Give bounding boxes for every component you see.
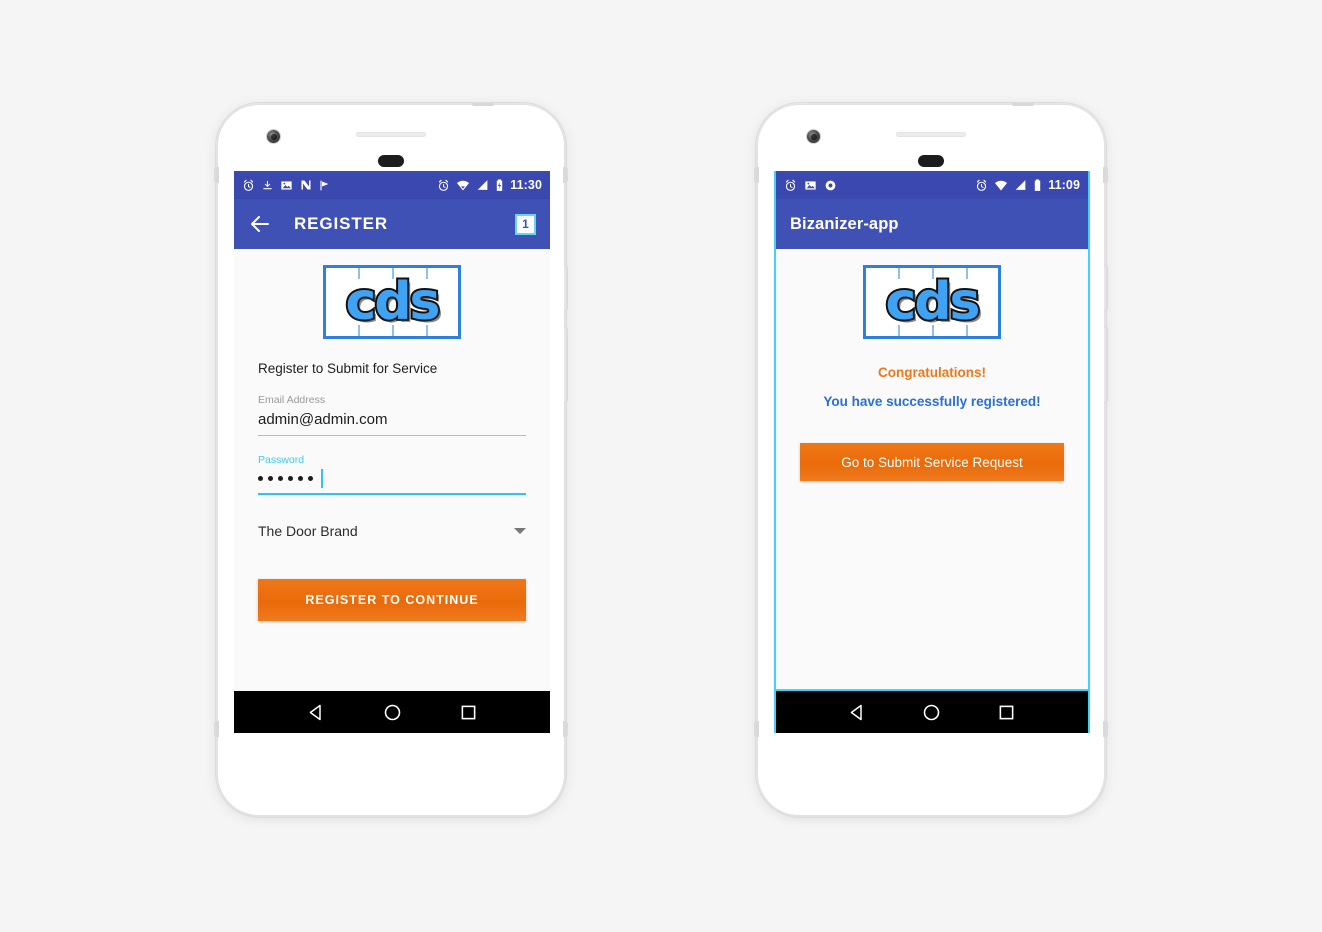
go-to-submit-service-request-button[interactable]: Go to Submit Service Request (800, 443, 1064, 481)
phone-screen-success: 11:09 Bizanizer-app cds Congratulations!… (774, 171, 1090, 733)
form-heading: Register to Submit for Service (258, 361, 438, 376)
frame-clip (563, 721, 568, 737)
frame-clip (214, 167, 219, 183)
alarm-icon (439, 179, 449, 191)
front-camera-icon (806, 129, 821, 144)
frame-clip (214, 721, 219, 737)
password-field-label: Password (258, 454, 305, 466)
password-dot (288, 476, 293, 481)
status-bar-system: 11:09 (975, 178, 1080, 192)
record-circle-icon (825, 180, 836, 190)
phone-device-register: 11:30 REGISTER 1 cds Register to Submit … (214, 102, 568, 818)
download-icon (263, 180, 272, 189)
chevron-down-icon (514, 528, 526, 534)
cds-logo-text: cds (344, 272, 443, 332)
status-bar-time: 11:09 (1048, 178, 1080, 192)
frame-clip (754, 721, 759, 737)
phone-screen-register: 11:30 REGISTER 1 cds Register to Submit … (234, 171, 550, 733)
volume-button[interactable] (1104, 327, 1108, 403)
phone-device-success: 11:09 Bizanizer-app cds Congratulations!… (754, 102, 1108, 818)
status-bar-time: 11:30 (510, 178, 542, 192)
password-dot (258, 476, 263, 481)
cart-count-badge[interactable]: 1 (515, 213, 536, 235)
frame-clip (563, 167, 568, 183)
play-flag-icon (320, 179, 329, 191)
volume-button[interactable] (564, 327, 568, 403)
app-bar: REGISTER 1 (234, 199, 550, 249)
image-icon (281, 180, 292, 190)
back-triangle-icon[interactable] (306, 702, 327, 723)
alarm-icon (243, 179, 254, 191)
earpiece-speaker (356, 132, 426, 137)
home-circle-icon[interactable] (921, 702, 942, 723)
battery-icon (1035, 179, 1041, 191)
screen-content: cds Register to Submit for Service Email… (234, 249, 550, 691)
password-dot (268, 476, 273, 481)
recents-square-icon[interactable] (458, 702, 479, 723)
back-arrow-icon[interactable] (248, 212, 272, 236)
status-bar: 11:30 (234, 171, 550, 199)
register-to-continue-button[interactable]: REGISTER TO CONTINUE (258, 579, 526, 621)
n-app-icon (301, 180, 311, 190)
status-bar-system: 11:30 (437, 178, 542, 192)
battery-charging-icon (497, 179, 503, 191)
proximity-sensor (378, 155, 404, 167)
status-bar-notifications (242, 179, 331, 192)
app-bar: Bizanizer-app (776, 199, 1088, 249)
text-caret (321, 469, 323, 488)
logo-container: cds (776, 249, 1088, 339)
password-dot (298, 476, 303, 481)
app-title: Bizanizer-app (790, 214, 899, 233)
email-input[interactable]: admin@admin.com (258, 411, 526, 436)
brand-select[interactable]: The Door Brand (258, 523, 526, 539)
back-triangle-icon[interactable] (847, 702, 868, 723)
password-field-group: Password (258, 454, 526, 495)
image-icon (805, 180, 816, 190)
cds-logo: cds (863, 265, 1001, 339)
android-navigation-bar (776, 691, 1088, 733)
recents-square-icon[interactable] (996, 702, 1017, 723)
power-button[interactable] (564, 265, 568, 311)
email-field-label: Email Address (258, 394, 326, 406)
power-button[interactable] (1104, 265, 1108, 311)
success-message: You have successfully registered! (823, 394, 1041, 409)
brand-select-value: The Door Brand (258, 523, 358, 539)
frame-clip (1103, 167, 1108, 183)
email-field-group: Email Address admin@admin.com (258, 394, 526, 436)
cds-logo: cds (323, 265, 461, 339)
earpiece-speaker (896, 132, 966, 137)
screen-content: cds Congratulations! You have successful… (776, 249, 1088, 691)
wifi-icon (457, 180, 470, 190)
page-title: REGISTER (294, 214, 389, 233)
cds-logo-text: cds (884, 272, 983, 332)
frame-clip (1103, 721, 1108, 737)
logo-container: cds (234, 249, 550, 339)
frame-clip (754, 167, 759, 183)
registration-form: Register to Submit for Service Email Add… (234, 339, 550, 621)
alarm-icon (977, 179, 987, 191)
antenna-line (1012, 102, 1034, 106)
home-circle-icon[interactable] (382, 702, 403, 723)
password-input[interactable] (258, 469, 526, 495)
success-panel: Congratulations! You have successfully r… (776, 339, 1088, 481)
antenna-line (472, 102, 494, 106)
alarm-icon (785, 179, 796, 191)
screenshot-stage: 11:30 REGISTER 1 cds Register to Submit … (0, 0, 1322, 932)
front-camera-icon (266, 129, 281, 144)
android-navigation-bar (234, 691, 550, 733)
password-dot (278, 476, 283, 481)
signal-icon (477, 180, 488, 190)
signal-icon (1015, 180, 1026, 190)
status-bar-notifications (784, 179, 837, 192)
wifi-icon (995, 180, 1008, 190)
status-bar: 11:09 (776, 171, 1088, 199)
proximity-sensor (918, 155, 944, 167)
congratulations-text: Congratulations! (878, 365, 986, 380)
password-dot (308, 476, 313, 481)
